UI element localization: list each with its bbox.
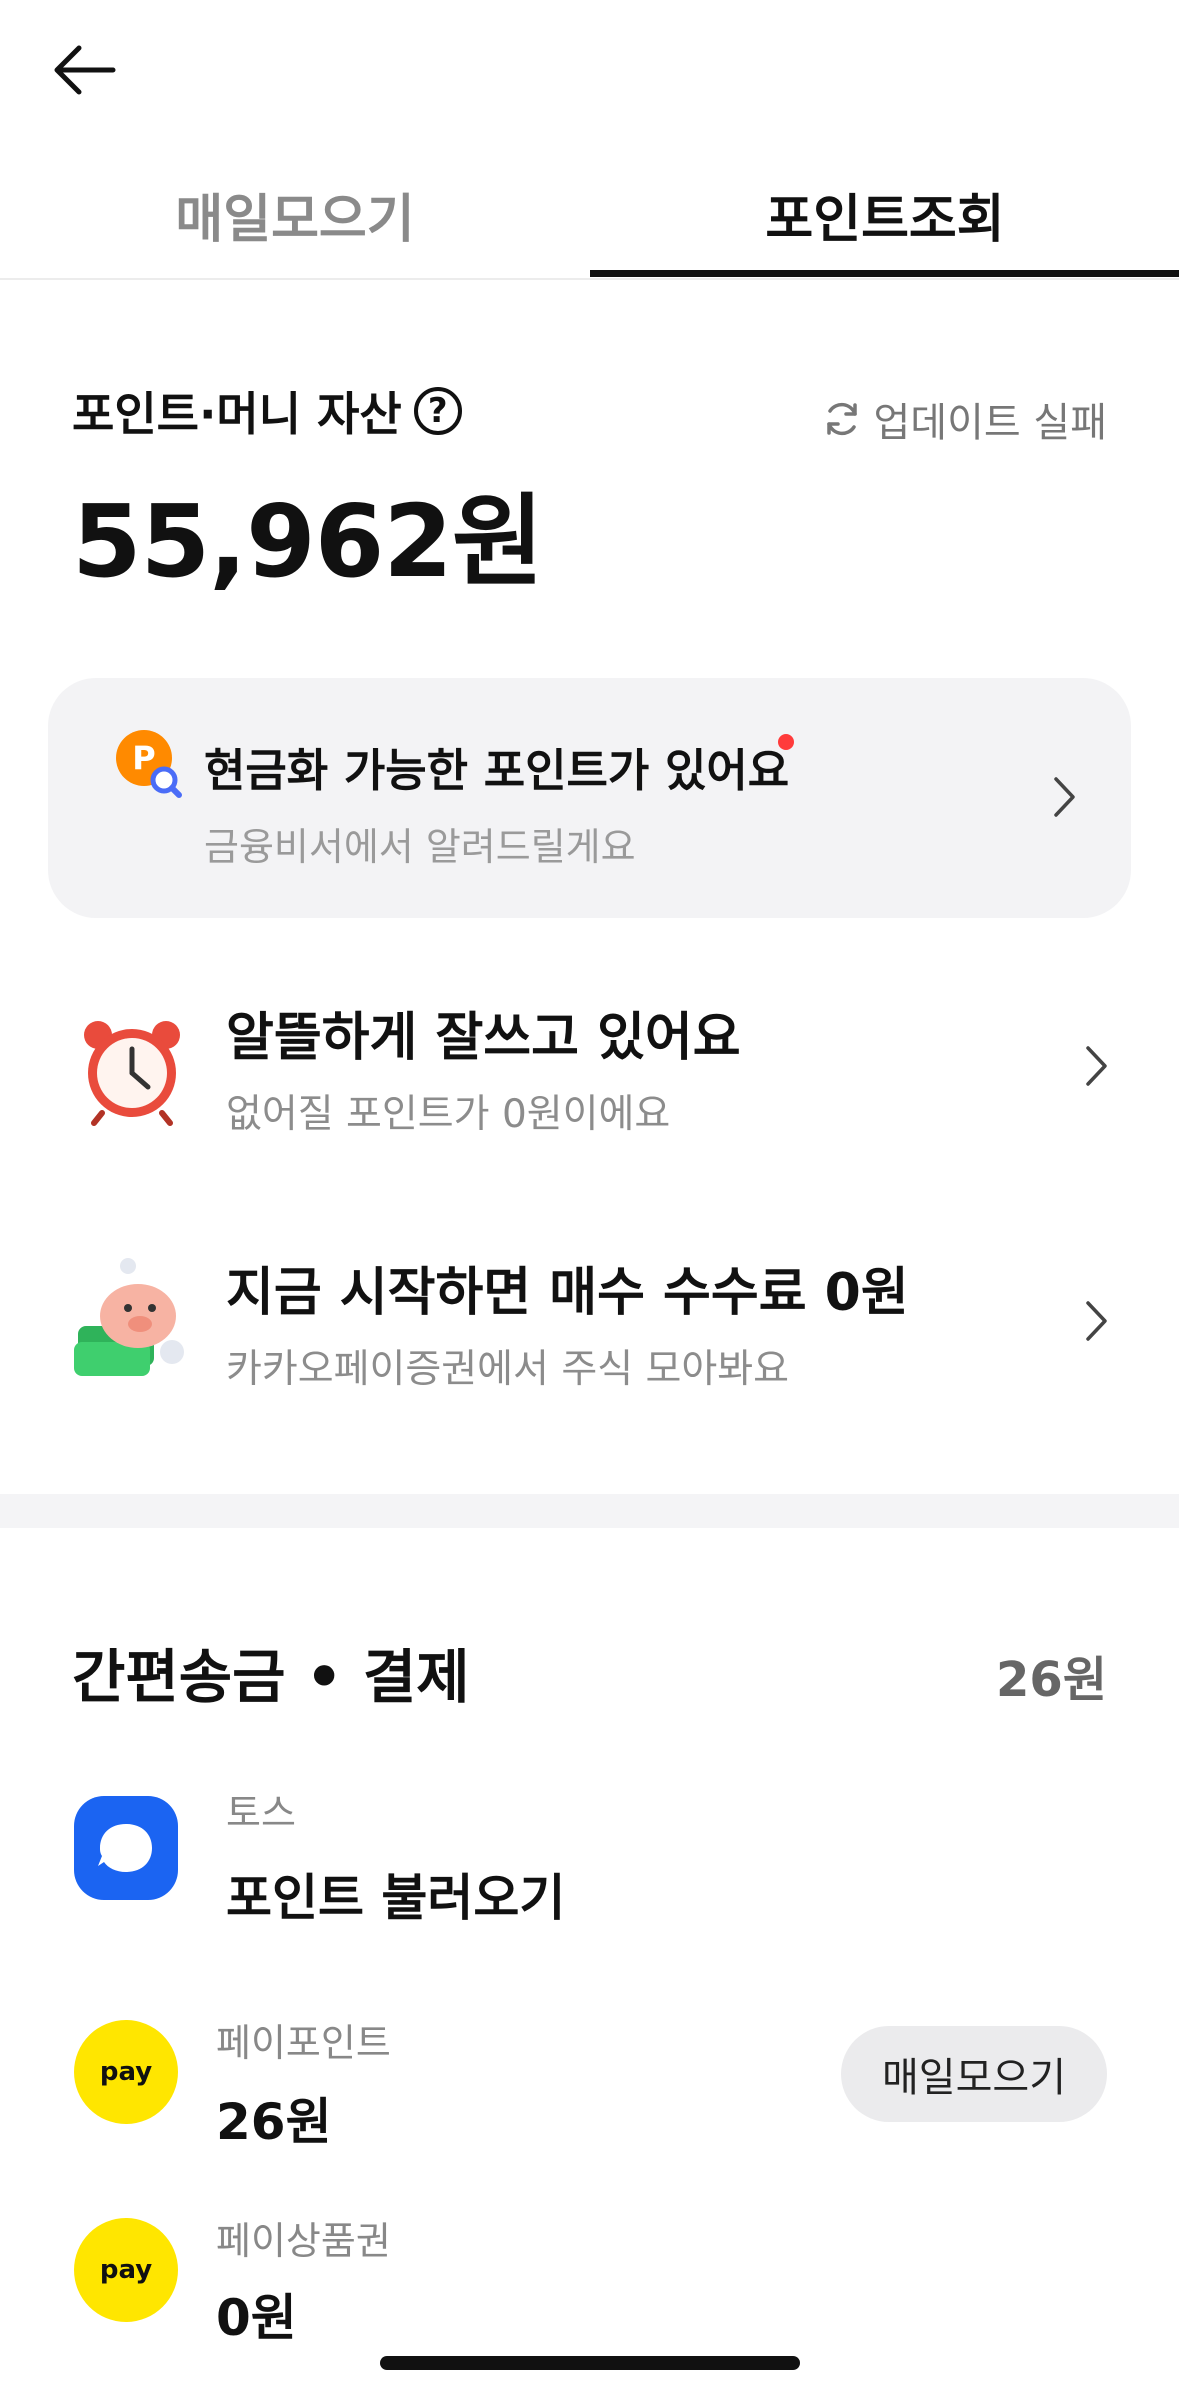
home-indicator	[380, 2356, 800, 2370]
cashable-points-card[interactable]: P 현금화 가능한 포인트가 있어요 금융비서에서 알려드릴게요	[48, 678, 1131, 918]
section-title: 간편송금 • 결제	[72, 1643, 470, 1711]
piggy-bank-icon	[72, 1256, 192, 1376]
item-label: 페이상품권	[216, 2219, 391, 2263]
daily-collect-button[interactable]: 매일모으기	[841, 2026, 1107, 2122]
row-title: 알뜰하게 잘쓰고 있어요	[226, 1008, 741, 1068]
chevron-right-icon	[1054, 777, 1075, 817]
row-subtitle: 없어질 포인트가 0원이에요	[226, 1092, 671, 1137]
card-subtitle: 금융비서에서 알려드릴게요	[204, 825, 636, 869]
list-item-saving[interactable]: 알뜰하게 잘쓰고 있어요 없어질 포인트가 0원이에요	[0, 955, 1179, 1175]
tab-points[interactable]: 포인트조회	[590, 150, 1179, 278]
list-item-stock[interactable]: 지금 시작하면 매수 수수료 0원 카카오페이증권에서 주식 모아봐요	[0, 1210, 1179, 1430]
item-label: 페이포인트	[216, 2021, 391, 2065]
chevron-right-icon	[1086, 1301, 1107, 1341]
point-search-icon: P	[114, 728, 182, 800]
asset-title-row: 포인트·머니 자산 ?	[72, 378, 462, 444]
row-subtitle: 카카오페이증권에서 주식 모아봐요	[226, 1347, 789, 1392]
toss-load-points[interactable]: 포인트 불러오기	[226, 1858, 565, 1930]
chevron-right-icon	[1086, 1046, 1107, 1086]
point-icon-letter: P	[132, 739, 155, 777]
help-icon[interactable]: ?	[413, 387, 462, 435]
section-total: 26원	[996, 1652, 1107, 1708]
row-title: 지금 시작하면 매수 수수료 0원	[226, 1263, 909, 1323]
card-title: 현금화 가능한 포인트가 있어요	[204, 744, 790, 797]
section-divider	[0, 1494, 1179, 1528]
asset-amount: 55,962원	[72, 483, 544, 600]
tab-active-indicator	[590, 270, 1179, 277]
update-status-button[interactable]: 업데이트 실패	[821, 390, 1107, 448]
pay-icon-text: pay	[99, 2255, 153, 2285]
item-label: 토스	[226, 1791, 296, 1835]
tab-bar: 매일모으기 포인트조회	[0, 150, 1179, 280]
kakaopay-icon: pay	[74, 2218, 178, 2322]
item-value: 0원	[216, 2289, 297, 2347]
update-status-text: 업데이트 실패	[873, 400, 1107, 446]
pay-icon-text: pay	[99, 2057, 153, 2087]
tab-daily[interactable]: 매일모으기	[0, 150, 590, 278]
back-button[interactable]	[44, 30, 124, 110]
back-arrow-icon	[54, 45, 116, 95]
item-value: 26원	[216, 2093, 332, 2151]
toss-icon	[74, 1796, 178, 1900]
kakaopay-icon: pay	[74, 2020, 178, 2124]
asset-title: 포인트·머니 자산	[72, 387, 402, 441]
notification-dot	[778, 734, 794, 750]
refresh-icon	[827, 402, 858, 436]
alarm-clock-icon	[72, 1007, 192, 1127]
